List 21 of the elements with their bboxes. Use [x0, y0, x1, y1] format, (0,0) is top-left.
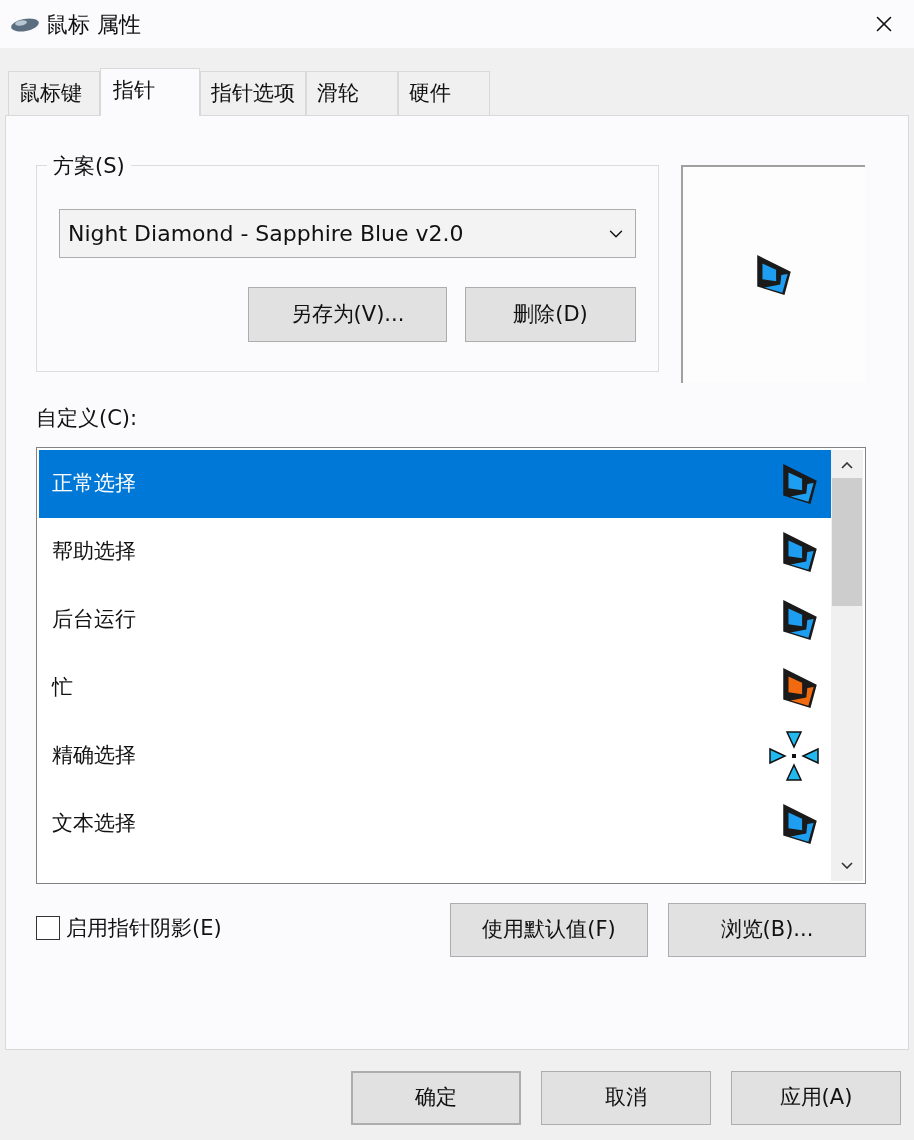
- tab[interactable]: 指针: [100, 68, 200, 116]
- scheme-button[interactable]: 删除(D): [465, 287, 636, 342]
- scheme-button[interactable]: 另存为(V)...: [248, 287, 447, 342]
- tab[interactable]: 滑轮: [306, 71, 398, 115]
- scroll-up-icon[interactable]: [841, 461, 853, 469]
- dialog-button[interactable]: 确定: [351, 1071, 521, 1125]
- scroll-down-icon[interactable]: [841, 861, 853, 869]
- dialog-button[interactable]: 取消: [541, 1071, 711, 1125]
- scheme-dropdown[interactable]: Night Diamond - Sapphire Blue v2.0: [59, 209, 636, 258]
- list-button[interactable]: 使用默认值(F): [450, 902, 648, 957]
- list-button[interactable]: 浏览(B)...: [668, 902, 866, 957]
- customize-label: 自定义(C):: [36, 405, 139, 432]
- window-title: 鼠标 属性: [46, 10, 141, 39]
- list-item[interactable]: 正常选择: [39, 449, 831, 518]
- tab[interactable]: 指针选项: [200, 71, 306, 115]
- tab[interactable]: 硬件: [398, 71, 490, 115]
- scroll-thumb[interactable]: [832, 477, 862, 606]
- shadow-checkbox[interactable]: 启用指针阴影(E): [36, 912, 222, 944]
- tab[interactable]: 鼠标键: [8, 71, 100, 115]
- mouse-icon: [10, 16, 40, 32]
- dialog-button[interactable]: 应用(A): [731, 1071, 901, 1125]
